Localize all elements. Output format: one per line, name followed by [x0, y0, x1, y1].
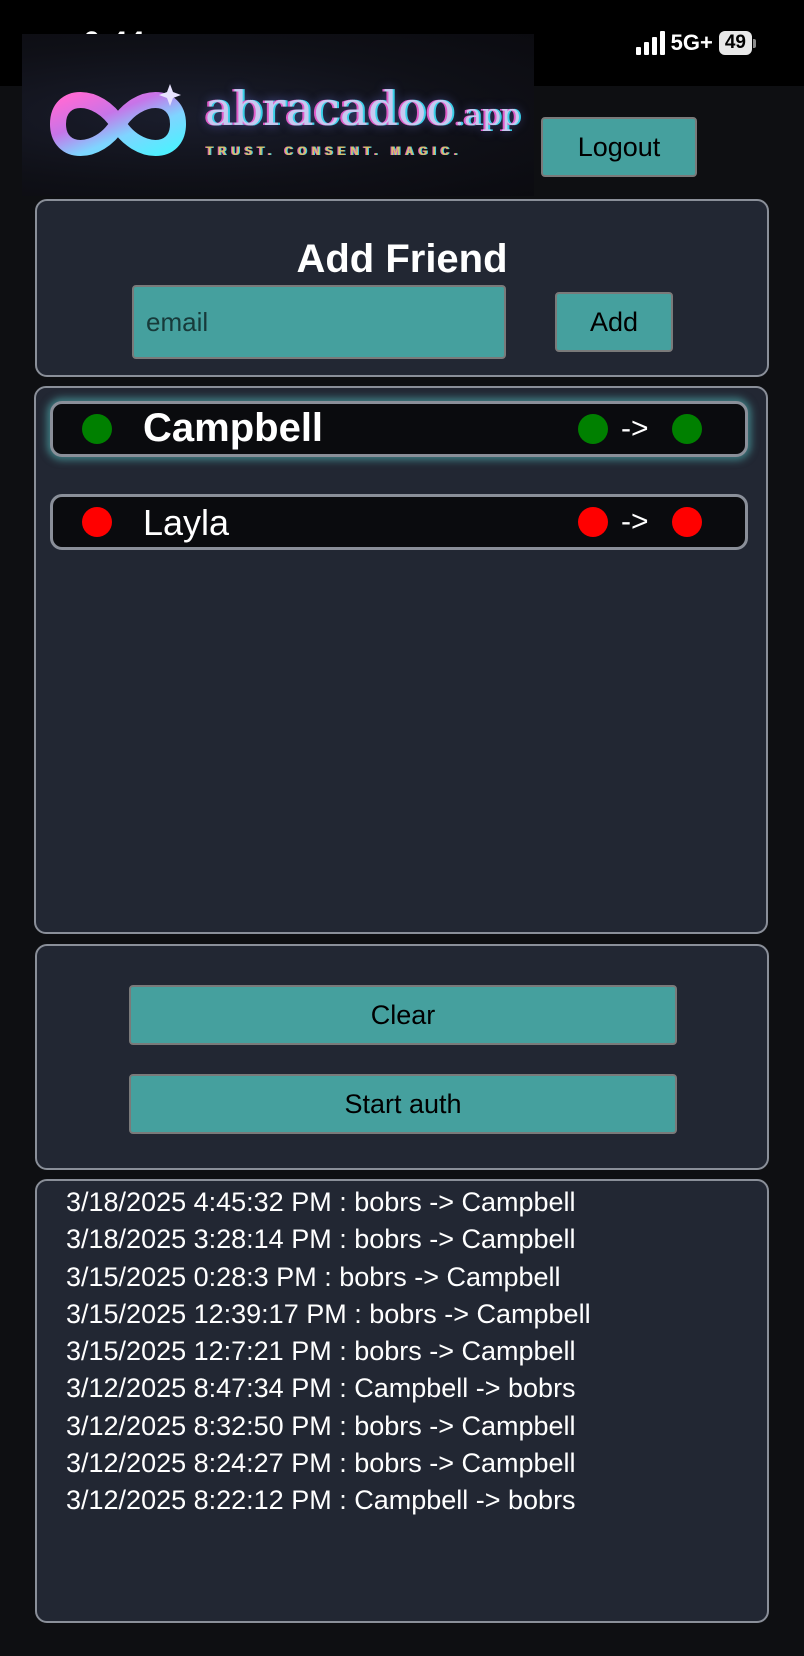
clear-button[interactable]: Clear	[129, 985, 677, 1045]
actions-panel: Clear Start auth	[35, 944, 769, 1170]
log-entry: 3/12/2025 8:22:12 PM : Campbell -> bobrs	[66, 1485, 576, 1516]
friend-status-dot	[82, 414, 112, 444]
log-entry: 3/18/2025 4:45:32 PM : bobrs -> Campbell	[66, 1187, 576, 1217]
outgoing-consent-dot	[578, 507, 608, 537]
add-button[interactable]: Add	[555, 292, 673, 352]
add-friend-title: Add Friend	[296, 237, 508, 281]
status-indicators: 5G+ 49	[635, 30, 756, 56]
incoming-consent-dot	[672, 507, 702, 537]
auth-log-list: 3/18/2025 4:45:32 PM : bobrs -> Campbell…	[66, 1184, 591, 1520]
infinity-icon	[49, 84, 187, 156]
log-entry: 3/15/2025 0:28:3 PM : bobrs -> Campbell	[66, 1261, 561, 1292]
add-friend-panel: Add Friend Add	[35, 199, 769, 377]
brand-logo: abracadoo.app TRUST. CONSENT. MAGIC.	[22, 34, 534, 196]
friend-row-campbell[interactable]: Campbell ->	[50, 401, 748, 457]
brand-tagline: TRUST. CONSENT. MAGIC.	[206, 146, 463, 158]
friend-name: Campbell	[143, 406, 324, 450]
log-entry: 3/12/2025 8:32:50 PM : bobrs -> Campbell	[66, 1410, 576, 1441]
friend-name: Layla	[143, 502, 230, 543]
friends-list-panel: Campbell -> Layla ->	[34, 386, 768, 934]
log-entry: 3/15/2025 12:7:21 PM : bobrs -> Campbell	[66, 1336, 576, 1367]
brand-name: abracadoo.app	[205, 82, 521, 137]
friend-row-layla[interactable]: Layla ->	[50, 494, 748, 550]
auth-log-panel[interactable]: 3/18/2025 4:45:32 PM : bobrs -> Campbell…	[35, 1179, 769, 1623]
incoming-consent-dot	[672, 414, 702, 444]
battery-level: 49	[718, 31, 752, 55]
battery-icon: 49	[718, 31, 756, 55]
log-entry: 3/12/2025 8:47:34 PM : Campbell -> bobrs	[66, 1373, 576, 1404]
brand-tld: .app	[454, 98, 521, 133]
logout-button[interactable]: Logout	[541, 117, 697, 177]
start-auth-button[interactable]: Start auth	[129, 1074, 677, 1134]
email-input[interactable]	[132, 285, 506, 359]
outgoing-consent-dot	[578, 414, 608, 444]
direction-arrow: ->	[621, 412, 649, 445]
log-entry: 3/18/2025 3:28:14 PM : bobrs -> Campbell	[66, 1224, 576, 1255]
log-entry: 3/12/2025 8:24:27 PM : bobrs -> Campbell	[66, 1448, 576, 1479]
direction-arrow: ->	[621, 505, 649, 538]
signal-bars-icon	[635, 31, 665, 55]
friend-status-dot	[82, 507, 112, 537]
network-type: 5G+	[670, 30, 713, 55]
log-entry: 3/15/2025 12:39:17 PM : bobrs -> Campbel…	[66, 1298, 591, 1329]
